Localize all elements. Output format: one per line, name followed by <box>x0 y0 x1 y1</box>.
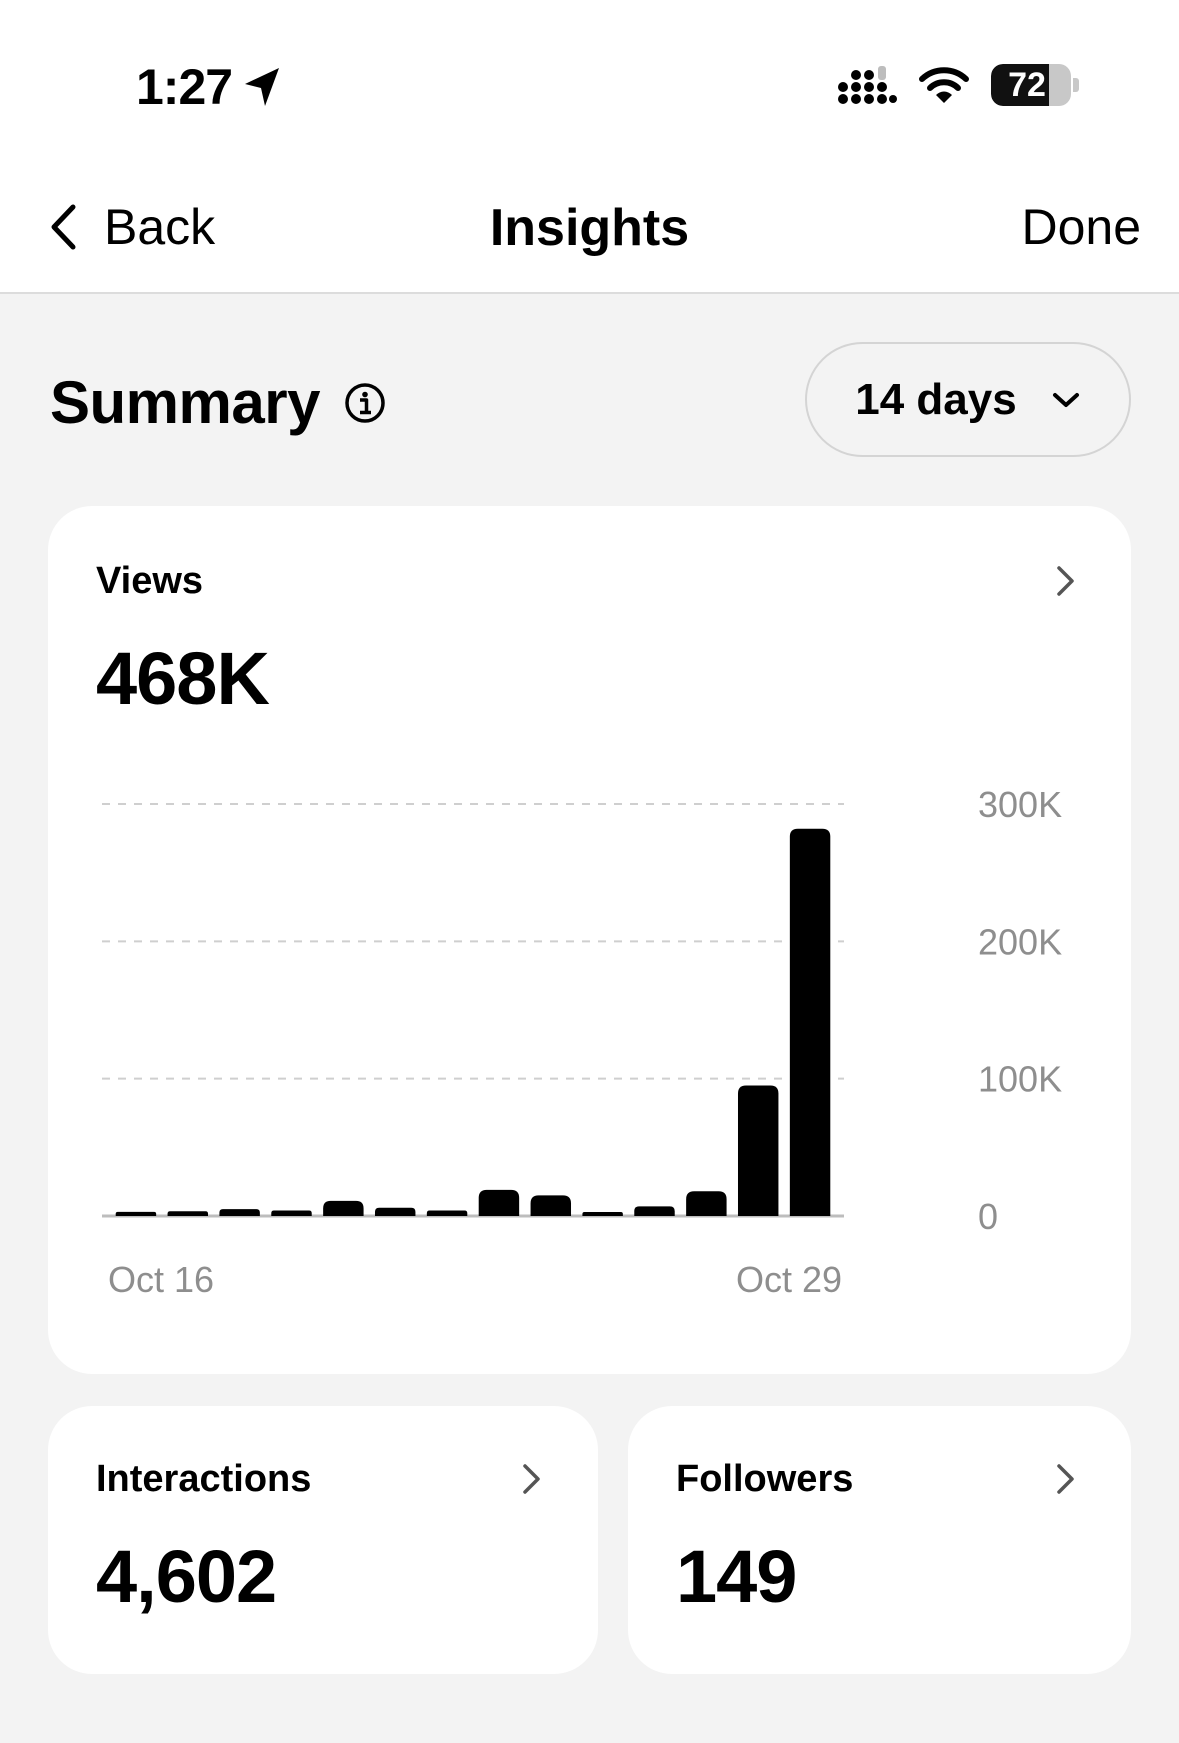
done-button[interactable]: Done <box>1021 198 1141 256</box>
chart-bar <box>789 828 831 1216</box>
x-tick-label: Oct 29 <box>736 1259 842 1300</box>
chart-bar <box>323 1200 364 1216</box>
chart-bar <box>426 1210 468 1216</box>
x-tick-label: Oct 16 <box>108 1259 214 1300</box>
chart-bar <box>634 1206 675 1216</box>
chart-bar <box>686 1191 727 1216</box>
y-tick-label: 300K <box>978 784 1062 825</box>
chart-bar <box>478 1189 520 1216</box>
info-icon[interactable] <box>344 382 386 424</box>
status-time-text: 1:27 <box>136 59 233 115</box>
back-button[interactable]: Back <box>48 198 215 256</box>
chart-bar <box>374 1207 416 1216</box>
chevron-down-icon <box>1052 392 1079 407</box>
followers-card[interactable]: Followers 149 <box>628 1406 1131 1674</box>
status-time: 1:27 <box>136 58 282 116</box>
chart-bar <box>219 1209 260 1216</box>
y-tick-label: 100K <box>978 1059 1062 1100</box>
chart-bar <box>737 1085 779 1216</box>
chart-bar <box>530 1195 572 1216</box>
battery-indicator: 72 <box>991 64 1079 106</box>
date-range-dropdown[interactable]: 14 days <box>805 342 1131 457</box>
chart-bar <box>167 1211 209 1216</box>
views-card[interactable]: Views 468K 0 100K 200K 300K Oct 16 Oct 29 <box>48 506 1131 1374</box>
interactions-value: 4,602 <box>96 1535 277 1618</box>
chevron-right-icon[interactable] <box>1054 1462 1078 1496</box>
interactions-card[interactable]: Interactions 4,602 <box>48 1406 598 1674</box>
back-label: Back <box>104 199 216 255</box>
followers-label: Followers <box>676 1458 854 1500</box>
status-icons: 72 <box>837 64 1079 106</box>
chevron-right-icon[interactable] <box>520 1462 544 1496</box>
views-bar-chart: 0 100K 200K 300K Oct 16 Oct 29 <box>102 784 1062 1300</box>
followers-value: 149 <box>676 1535 797 1618</box>
y-tick-label: 0 <box>978 1196 998 1237</box>
battery-icon: 72 <box>991 64 1071 106</box>
interactions-label: Interactions <box>96 1458 312 1500</box>
chart-bar <box>582 1212 623 1216</box>
top-bar: 1:27 72 Back Insights Done <box>0 0 1179 294</box>
location-arrow-icon <box>245 68 280 106</box>
chart-bar <box>115 1211 157 1216</box>
summary-header: Summary <box>50 368 386 437</box>
page-title: Insights <box>489 199 690 257</box>
summary-title: Summary <box>50 369 320 436</box>
battery-percent: 72 <box>1008 65 1046 104</box>
y-tick-label: 200K <box>978 921 1062 962</box>
battery-cap <box>1073 78 1079 92</box>
chart-bar <box>271 1210 312 1216</box>
chevron-left-icon <box>51 204 76 250</box>
date-range-label: 14 days <box>855 374 1017 424</box>
wifi-icon <box>919 67 969 103</box>
cellular-signal-icon <box>838 66 897 104</box>
